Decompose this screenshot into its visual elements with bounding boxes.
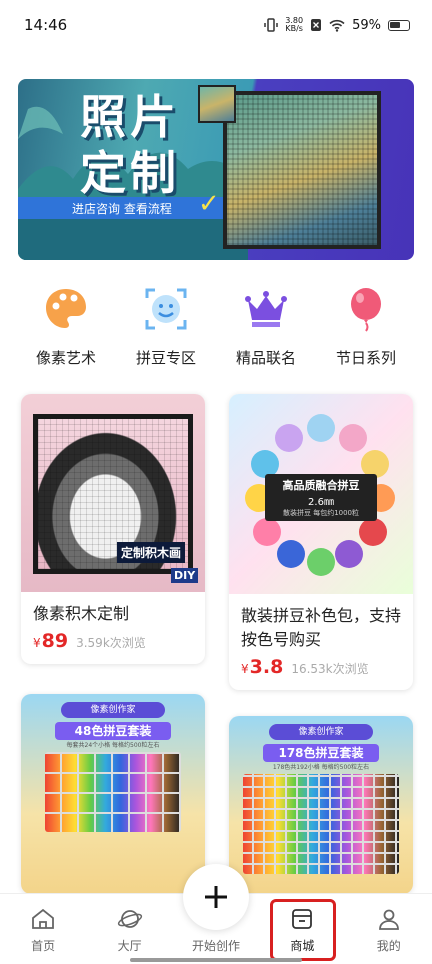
original-photo-thumbnail — [198, 85, 236, 123]
image-caption: 48色拼豆套装 — [55, 722, 171, 740]
image-note: 每套共24个小格 每格约500粒左右 — [66, 742, 160, 749]
tab-home[interactable]: 首页 — [8, 906, 78, 954]
bead-kit-grid — [45, 752, 181, 832]
battery-percent: 59% — [352, 17, 381, 33]
product-image: 像素创作家 178色拼豆套装 178色共192小格 每格约500粒左右 — [229, 716, 413, 894]
image-header: 像素创作家 — [61, 702, 165, 718]
user-icon — [378, 909, 399, 930]
status-bar: 14:46 3.80 KB/s 59% — [0, 0, 432, 50]
product-card[interactable]: 像素创作家 48色拼豆套装 每套共24个小格 每格约500粒左右 — [21, 694, 205, 894]
net-speed: 3.80 KB/s — [285, 16, 304, 33]
view-count: 16.53k次浏览 — [291, 662, 369, 676]
product-title: 像素积木定制 — [33, 604, 130, 623]
bead-kit-grid — [243, 774, 399, 874]
tab-hall[interactable]: 大厅 — [95, 906, 165, 954]
home-icon — [32, 908, 55, 929]
price-row: ¥89 3.59k次浏览 — [21, 626, 205, 664]
product-title: 散装拼豆补色包，支持按色号购买 — [241, 606, 402, 649]
image-header: 像素创作家 — [269, 724, 373, 740]
product-image: 定制积木画 DIY — [21, 394, 205, 592]
vibrate-icon — [264, 18, 279, 32]
category-pixel-art[interactable]: 像素艺术 — [21, 285, 111, 368]
banner-subtitle[interactable]: 进店咨询 查看流程 — [18, 197, 228, 219]
status-time: 14:46 — [24, 16, 68, 34]
image-caption: 定制积木画 — [117, 542, 186, 563]
product-image: 高品质融合拼豆 2.6㎜ 散装拼豆 每包约1000粒 — [229, 394, 413, 594]
category-holiday[interactable]: 节日系列 — [321, 285, 411, 368]
category-row: 像素艺术 拼豆专区 精品联名 节日系列 — [0, 285, 432, 368]
pixel-art-preview — [223, 91, 381, 249]
plus-icon — [205, 886, 227, 908]
crown-icon — [242, 285, 290, 333]
status-icons: 3.80 KB/s 59% — [264, 17, 410, 33]
product-card[interactable]: 像素创作家 178色拼豆套装 178色共192小格 每格约500粒左右 — [229, 716, 413, 894]
image-note: 178色共192小格 每格约500粒左右 — [272, 764, 370, 771]
wifi-icon — [329, 19, 345, 32]
view-count: 3.59k次浏览 — [76, 636, 146, 650]
palette-icon — [42, 285, 90, 333]
product-card[interactable]: 定制积木画 DIY 像素积木定制 ¥89 3.59k次浏览 — [21, 394, 205, 664]
create-button[interactable] — [183, 864, 249, 930]
image-caption: 178色拼豆套装 — [263, 744, 379, 762]
tab-profile[interactable]: 我的 — [354, 906, 424, 954]
planet-icon — [117, 910, 142, 928]
category-bead-zone[interactable]: 拼豆专区 — [121, 285, 211, 368]
diy-badge: DIY — [171, 568, 199, 583]
product-price: ¥89 — [33, 630, 69, 652]
shop-tab-highlight — [270, 899, 336, 961]
home-indicator — [130, 958, 302, 962]
image-label: 高品质融合拼豆 2.6㎜ 散装拼豆 每包约1000粒 — [265, 474, 377, 521]
price-row: ¥3.8 16.53k次浏览 — [229, 652, 413, 690]
product-price: ¥3.8 — [241, 656, 284, 678]
promo-banner[interactable]: 照片 定制 进店咨询 查看流程 ✓ — [18, 79, 414, 260]
smile-frame-icon — [142, 285, 190, 333]
check-icon: ✓ — [198, 189, 220, 219]
battery-icon — [388, 19, 410, 31]
banner-title: 照片 定制 — [80, 90, 180, 200]
balloon-icon — [342, 285, 390, 333]
product-card[interactable]: 高品质融合拼豆 2.6㎜ 散装拼豆 每包约1000粒 散装拼豆补色包，支持按色号… — [229, 394, 413, 690]
no-sim-icon — [311, 19, 322, 31]
product-image: 像素创作家 48色拼豆套装 每套共24个小格 每格约500粒左右 — [21, 694, 205, 894]
category-collab[interactable]: 精品联名 — [221, 285, 311, 368]
